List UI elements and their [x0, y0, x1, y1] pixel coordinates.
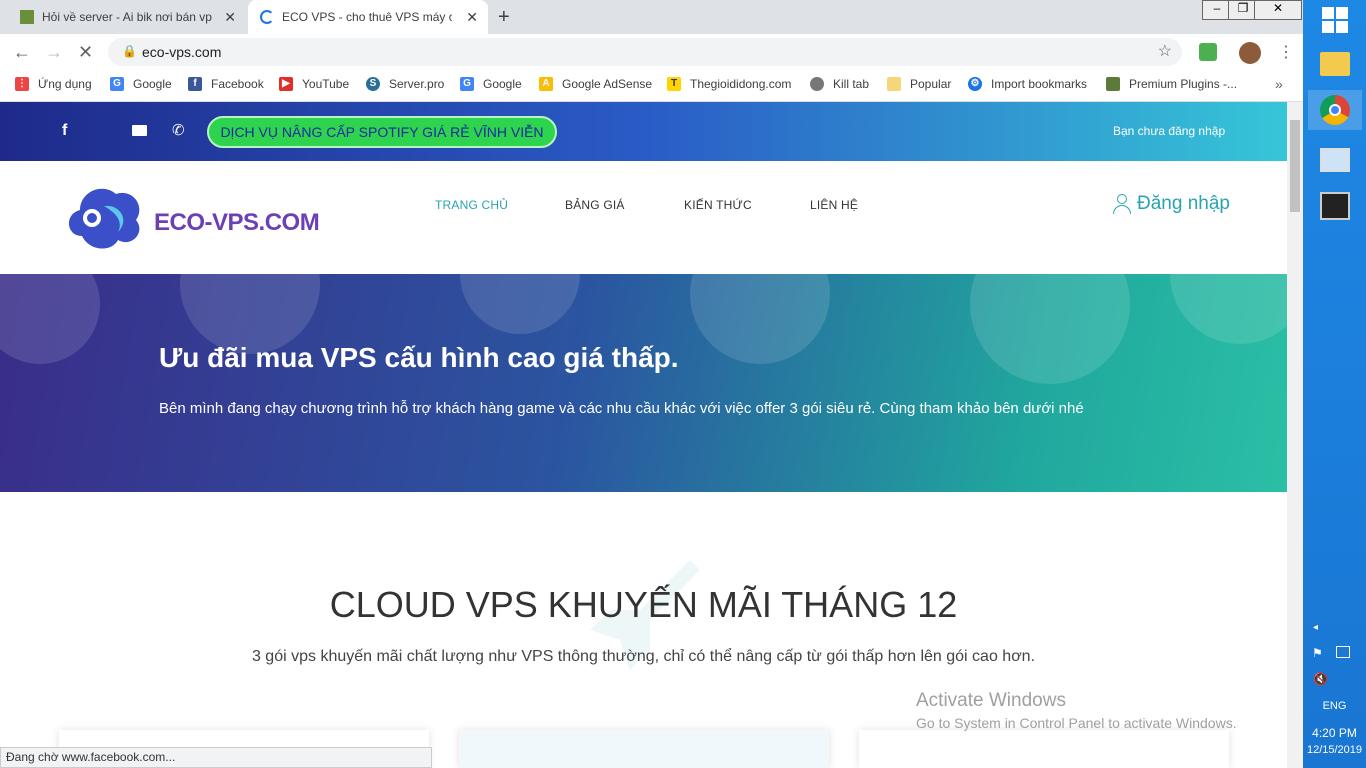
phone-icon[interactable]: ✆ [172, 121, 185, 139]
bookmark-facebook[interactable]: f Facebook [188, 77, 264, 91]
bookmark-adsense[interactable]: A Google AdSense [539, 77, 652, 91]
google-icon: G [460, 77, 474, 91]
hero-subtitle: Bên mình đang chạy chương trình hỗ trợ k… [159, 400, 1084, 417]
monitor-icon [1320, 148, 1350, 172]
serverpro-icon: S [366, 77, 380, 91]
nav-contact[interactable]: LIÊN HỆ [810, 198, 858, 212]
browser-status-bar: Đang chờ www.facebook.com... [0, 747, 432, 768]
pricing-card [459, 730, 829, 768]
avatar[interactable] [1239, 42, 1261, 64]
windows-logo-icon [1322, 7, 1348, 33]
activate-windows-subtitle: Go to System in Control Panel to activat… [916, 715, 1237, 731]
gear-icon: ⚙ [968, 77, 982, 91]
pricing-card [859, 730, 1229, 768]
tray-expand-icon[interactable]: ◂ [1313, 622, 1318, 633]
section-subtitle: 3 gói vps khuyến mãi chất lượng như VPS … [251, 648, 1036, 665]
scrollbar-thumb[interactable] [1290, 120, 1300, 212]
youtube-icon: ▶ [279, 77, 293, 91]
clock-time[interactable]: 4:20 PM [1303, 726, 1366, 740]
bookmark-import[interactable]: ⚙ Import bookmarks [968, 77, 1087, 91]
login-status: Bạn chưa đăng nhập [1113, 124, 1226, 138]
bookmark-tgdd[interactable]: T Thegioididong.com [667, 77, 791, 91]
activate-windows-title: Activate Windows [916, 690, 1066, 711]
tgdd-icon: T [667, 77, 681, 91]
bookmark-premium-plugins[interactable]: Premium Plugins -... [1106, 77, 1237, 91]
globe-icon [810, 77, 824, 91]
menu-kebab-icon[interactable]: ⋮ [1278, 42, 1294, 62]
close-tab-icon[interactable]: ✕ [224, 9, 236, 26]
file-explorer-task[interactable] [1308, 44, 1362, 84]
facebook-icon: f [188, 77, 202, 91]
logo-text: ECO-VPS.COM [154, 209, 320, 236]
bookmark-google-2[interactable]: G Google [460, 77, 522, 91]
logo[interactable]: ECO-VPS.COM [62, 176, 332, 254]
facebook-icon[interactable]: f [62, 122, 67, 140]
chrome-icon [1320, 95, 1350, 125]
flag-icon[interactable]: ⚑ [1312, 646, 1323, 660]
task-manager-task[interactable] [1308, 140, 1362, 180]
bookmark-serverpro[interactable]: S Server.pro [366, 77, 444, 91]
bookmark-popular[interactable]: Popular [887, 77, 951, 91]
nav-home[interactable]: TRANG CHỦ [435, 198, 508, 212]
nav-knowledge[interactable]: KIẾN THỨC [684, 198, 752, 212]
bookmark-youtube[interactable]: ▶ YouTube [279, 77, 349, 91]
bookmark-google[interactable]: G Google [110, 77, 172, 91]
new-tab-button[interactable]: + [498, 6, 510, 29]
login-link[interactable]: Đăng nhập [1113, 193, 1230, 215]
forward-button[interactable]: → [45, 42, 63, 63]
plugin-icon [1106, 77, 1120, 91]
language-indicator[interactable]: ENG [1303, 700, 1366, 712]
google-icon: G [110, 77, 124, 91]
adsense-icon: A [539, 77, 553, 91]
chrome-task[interactable] [1308, 90, 1362, 130]
loading-spinner-icon [260, 10, 274, 24]
network-icon[interactable] [1336, 646, 1350, 658]
cloud-logo-icon [68, 188, 140, 249]
clock-date[interactable]: 12/15/2019 [1303, 744, 1366, 756]
site-topbar [0, 102, 1287, 161]
bookmarks-overflow-icon[interactable]: » [1275, 76, 1283, 92]
user-icon [1113, 194, 1131, 214]
lock-icon: 🔒 [122, 44, 137, 58]
apps-grid-icon: ⋮ [15, 77, 29, 91]
tab-eco-vps[interactable]: ECO VPS - cho thuê VPS máy chủ ✕ [248, 0, 488, 34]
close-window-button[interactable]: ✕ [1254, 0, 1302, 20]
mail-icon[interactable] [132, 125, 147, 136]
back-button[interactable]: ← [13, 42, 31, 63]
terminal-icon [1320, 192, 1350, 220]
hero-title: Ưu đãi mua VPS cấu hình cao giá thấp. [159, 342, 679, 373]
nav-pricing[interactable]: BẢNG GIÁ [565, 198, 625, 212]
close-tab-icon[interactable]: ✕ [466, 9, 478, 26]
start-button[interactable] [1308, 0, 1362, 40]
hero-banner [0, 274, 1287, 492]
folder-icon [887, 77, 901, 91]
minecraft-icon [20, 10, 34, 24]
address-bar[interactable]: 🔒 eco-vps.com ☆ [108, 38, 1182, 66]
bookmark-star-icon[interactable]: ☆ [1158, 41, 1172, 61]
sound-muted-icon[interactable]: 🔇 [1313, 672, 1328, 686]
section-title: CLOUD VPS KHUYẾN MÃI THÁNG 12 [329, 584, 958, 625]
spotify-promo-button[interactable]: DỊCH VỤ NÂNG CẤP SPOTIFY GIÁ RẺ VĨNH VIỄ… [207, 116, 557, 148]
bookmark-apps[interactable]: ⋮ Ứng dụng [15, 77, 92, 91]
remote-task[interactable] [1308, 186, 1362, 226]
extension-icon[interactable] [1199, 43, 1217, 61]
tab-server-question[interactable]: Hỏi về server - Ai bik nơi bán vps ✕ [8, 0, 246, 34]
folder-icon [1320, 52, 1350, 76]
stop-loading-button[interactable]: ✕ [78, 42, 93, 63]
bookmark-kill-tab[interactable]: Kill tab [810, 77, 869, 91]
cloud-pattern-decoration [0, 274, 1287, 384]
